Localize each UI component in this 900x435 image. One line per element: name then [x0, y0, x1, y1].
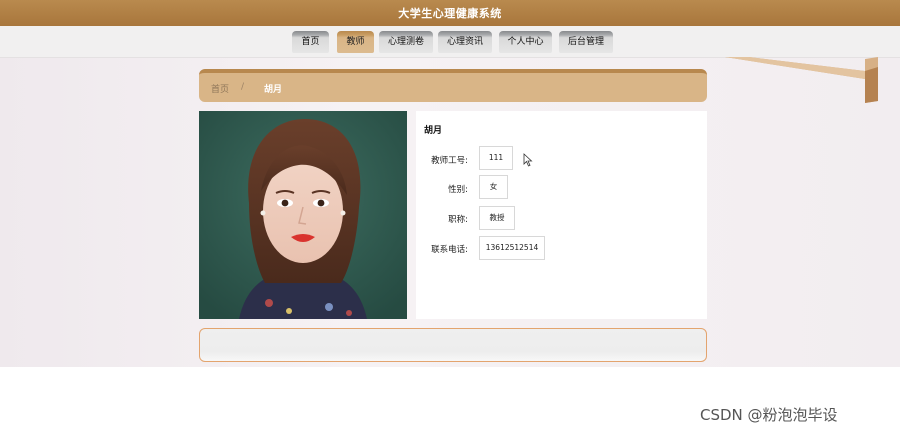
nav-item-admin[interactable]: 后台管理	[559, 31, 613, 53]
breadcrumb: 首页 / 胡月	[199, 69, 707, 102]
mouse-pointer-icon	[523, 153, 533, 167]
field-value-gender: 女	[479, 175, 508, 199]
page-background: 大学生心理健康系统 首页 教师 心理测卷 心理资讯 个人中心 后台管理 首页 /…	[0, 0, 900, 367]
nav-item-home[interactable]: 首页	[292, 31, 329, 53]
field-label-gender: 性别:	[448, 185, 468, 195]
nav-item-personal-center[interactable]: 个人中心	[499, 31, 552, 53]
nav-item-teacher[interactable]: 教师	[337, 31, 374, 53]
teacher-info-card: 胡月 教师工号: 111 性别: 女 职称: 教授 联系电话: 13612512…	[416, 111, 707, 319]
top-title-bar: 大学生心理健康系统	[0, 0, 900, 26]
csdn-watermark: CSDN @粉泡泡毕设	[700, 406, 838, 424]
main-nav: 首页 教师 心理测卷 心理资讯 个人中心 后台管理	[0, 26, 900, 58]
field-value-title: 教授	[479, 206, 515, 230]
decorative-frame-graphic	[725, 57, 878, 103]
field-label-staff-id: 教师工号:	[431, 156, 468, 166]
breadcrumb-separator: /	[241, 82, 245, 92]
field-label-phone: 联系电话:	[431, 245, 468, 255]
comment-panel	[199, 328, 707, 362]
nav-item-psych-news[interactable]: 心理资讯	[438, 31, 492, 53]
teacher-photo	[199, 111, 407, 319]
field-value-phone: 13612512514	[479, 236, 545, 260]
breadcrumb-current: 胡月	[264, 85, 283, 95]
breadcrumb-home-link[interactable]: 首页	[211, 82, 229, 95]
app-title: 大学生心理健康系统	[398, 7, 502, 20]
nav-item-psych-test[interactable]: 心理测卷	[379, 31, 433, 53]
field-value-staff-id: 111	[479, 146, 513, 170]
teacher-name: 胡月	[424, 126, 443, 136]
field-label-title: 职称:	[448, 215, 468, 225]
